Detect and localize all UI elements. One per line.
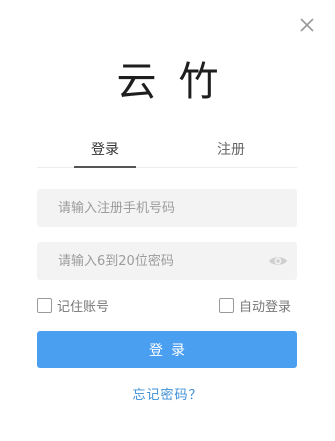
auto-login-checkbox[interactable]: 自动登录: [219, 296, 292, 315]
tab-register[interactable]: 注册: [200, 138, 262, 168]
forgot-password-link[interactable]: 忘记密码？: [0, 384, 335, 403]
phone-field-wrapper: [37, 189, 297, 227]
remember-label: 记住账号: [57, 299, 110, 315]
close-button[interactable]: [296, 14, 318, 36]
remember-account-checkbox[interactable]: 记住账号: [37, 296, 110, 315]
eye-icon: [269, 257, 287, 265]
tab-login[interactable]: 登录: [74, 138, 136, 168]
phone-input[interactable]: [37, 189, 297, 227]
app-logo: 云竹: [116, 59, 241, 105]
close-icon: [300, 18, 314, 32]
password-input[interactable]: [37, 242, 297, 280]
login-button[interactable]: 登录: [37, 331, 297, 368]
login-dialog: 云竹 登录 注册 记住账号 自动登录 登录 忘记密码？: [0, 0, 335, 441]
autologin-checkbox-box[interactable]: [219, 297, 234, 313]
auth-tabs: 登录 注册: [37, 138, 297, 168]
remember-checkbox-box[interactable]: [37, 297, 52, 313]
password-field-wrapper: [37, 242, 297, 280]
toggle-password-visibility-button[interactable]: [268, 253, 288, 269]
autologin-label: 自动登录: [239, 299, 292, 315]
